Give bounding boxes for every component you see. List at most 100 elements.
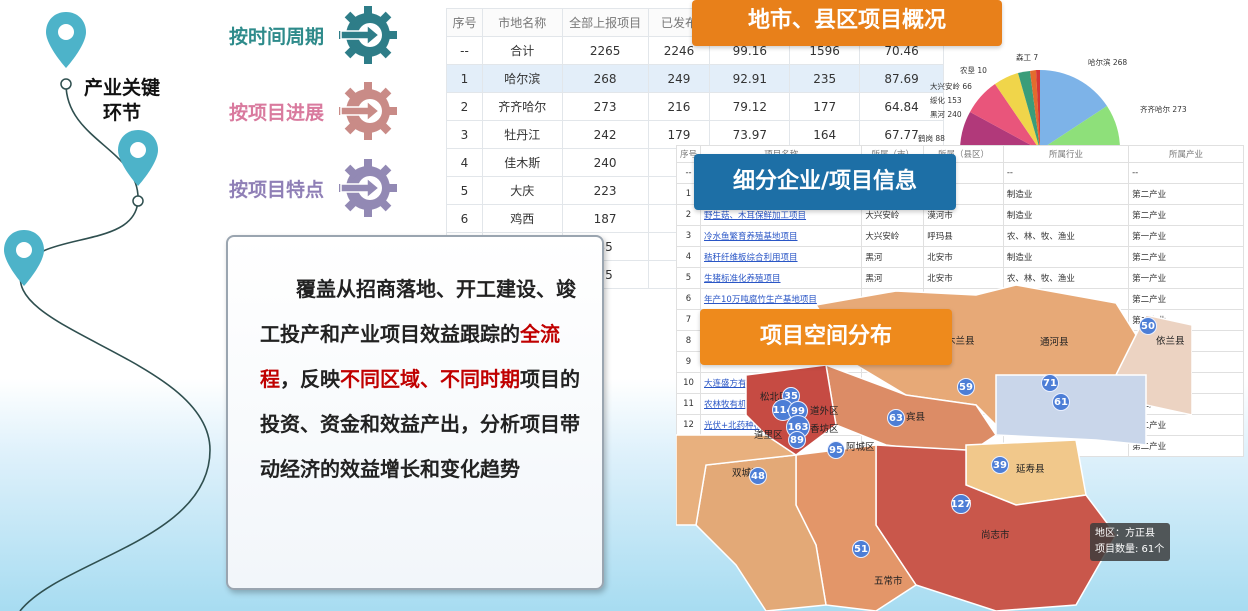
pie-label: 森工 7 — [1016, 53, 1039, 62]
map-bubble[interactable]: 95 — [827, 441, 845, 459]
pie-label: 大兴安岭 66 — [930, 82, 972, 91]
map-tooltip: 地区：方正县 项目数量: 61个 — [1090, 523, 1170, 561]
pie-label: 绥化 153 — [930, 96, 962, 105]
table-cell: 1 — [446, 64, 483, 93]
table-cell: -- — [1002, 162, 1130, 184]
col-header[interactable]: 全部上报项目 — [561, 8, 649, 37]
table-cell: 235 — [789, 64, 861, 93]
description-text: 覆盖从招商落地、开工建设、竣工投产和产业项目效益跟踪的全流程，反映不同区域、不同… — [260, 267, 582, 492]
table-row[interactable]: 4 秸秆纤维板综合利用项目 黑河 北安市 制造业 第二产业 — [675, 246, 1244, 268]
map-bubble[interactable]: 63 — [887, 409, 905, 427]
table-cell: 187 — [561, 204, 649, 233]
table-cell: 2 — [446, 92, 483, 121]
gear-arrow-icon — [339, 6, 397, 64]
table-cell: 北安市 — [923, 246, 1004, 268]
table-cell: 6 — [446, 204, 483, 233]
map-bubble[interactable]: 127 — [951, 494, 971, 514]
pie-label: 齐齐哈尔 273 — [1140, 105, 1187, 114]
overview-banner: 地市、县区项目概况 — [692, 0, 1002, 46]
col-header[interactable]: 序号 — [446, 8, 483, 37]
project-link[interactable]: 冷水鱼繁育养殖基地项目 — [704, 232, 798, 242]
map-bubble[interactable]: 50 — [1139, 317, 1157, 335]
project-link[interactable]: 生猪标准化养殖项目 — [704, 274, 781, 284]
map-bubble[interactable]: 39 — [991, 456, 1009, 474]
table-cell: 249 — [647, 64, 711, 93]
table-cell: 216 — [647, 92, 711, 121]
table-cell: 黑河 — [861, 246, 925, 268]
map-bubble[interactable]: 71 — [1041, 374, 1059, 392]
table-cell: 3 — [675, 225, 702, 247]
table-cell: 合计 — [481, 36, 563, 65]
table-cell: -- — [446, 36, 483, 65]
table-row[interactable]: 3 冷水鱼繁育养殖基地项目 大兴安岭 呼玛县 农、林、牧、渔业 第一产业 — [675, 225, 1244, 247]
step-label: 产业关键 环节 — [83, 77, 160, 124]
table-cell: 哈尔滨 — [481, 64, 563, 93]
category-time-period: 按时间周期 — [229, 26, 325, 48]
table-cell: 大庆 — [481, 176, 563, 205]
desc-part: ，反映 — [280, 367, 340, 391]
table-cell: 2265 — [561, 36, 649, 65]
table-cell: 第一产业 — [1128, 225, 1244, 247]
pie-label: 农垦 10 — [960, 66, 987, 75]
col-header[interactable]: 所属行业 — [1002, 145, 1130, 163]
map-label: 延寿县 — [1016, 464, 1045, 475]
table-cell: 第二产业 — [1128, 246, 1244, 268]
enterprise-banner: 细分企业/项目信息 — [694, 154, 956, 210]
project-link[interactable]: 野生菇、木耳保鲜加工项目 — [704, 211, 806, 221]
col-header[interactable]: 市地名称 — [481, 8, 563, 37]
map-bubble[interactable]: 61 — [1052, 393, 1070, 411]
map-label: 尚志市 — [981, 530, 1010, 541]
table-cell: 4 — [675, 246, 702, 268]
table-cell: 冷水鱼繁育养殖基地项目 — [700, 225, 863, 247]
spatial-banner: 项目空间分布 — [700, 309, 952, 365]
table-cell: 273 — [561, 92, 649, 121]
table-cell: 79.12 — [709, 92, 791, 121]
table-cell: 242 — [561, 120, 649, 149]
map-label: 五常市 — [874, 576, 903, 587]
table-cell: 240 — [561, 148, 649, 177]
table-cell: 秸秆纤维板综合利用项目 — [700, 246, 863, 268]
map-label: 依兰县 — [1156, 336, 1185, 347]
pie-label: 黑河 240 — [930, 110, 962, 119]
table-row[interactable]: 1 哈尔滨 268 249 92.91 235 87.69 — [446, 64, 944, 93]
pie-label: 哈尔滨 268 — [1088, 58, 1128, 67]
table-cell: 268 — [561, 64, 649, 93]
table-cell: 3 — [446, 120, 483, 149]
category-project-feature: 按项目特点 — [229, 179, 325, 201]
table-cell: 大兴安岭 — [861, 225, 925, 247]
map-pin-icon — [4, 230, 44, 286]
table-cell: 制造业 — [1002, 183, 1130, 205]
pie-label: 鹤岗 88 — [918, 134, 945, 143]
table-cell: 齐齐哈尔 — [481, 92, 563, 121]
table-cell: 制造业 — [1002, 204, 1130, 226]
table-cell: 5 — [446, 176, 483, 205]
table-cell: 92.91 — [709, 64, 791, 93]
map-label: 香坊区 — [810, 424, 839, 435]
table-cell: 177 — [789, 92, 861, 121]
map-label: 宾县 — [906, 412, 926, 423]
gear-arrow-icon — [339, 159, 397, 217]
map-label: 阿城区 — [846, 442, 875, 453]
map-region-fangzheng[interactable] — [995, 374, 1147, 446]
map-label: 通河县 — [1040, 337, 1069, 348]
table-cell: -- — [1128, 162, 1244, 184]
table-cell: 农、林、牧、渔业 — [1002, 225, 1130, 247]
map-pin-icon — [46, 12, 86, 68]
col-header[interactable]: 所属产业 — [1128, 145, 1244, 163]
project-link[interactable]: 秸秆纤维板综合利用项目 — [704, 253, 798, 263]
desc-highlight: 不同区域、不同时期 — [340, 367, 520, 391]
description-box: 覆盖从招商落地、开工建设、竣工投产和产业项目效益跟踪的全流程，反映不同区域、不同… — [226, 235, 604, 590]
map-bubble[interactable]: 51 — [852, 540, 870, 558]
table-cell: 4 — [446, 148, 483, 177]
table-cell: 223 — [561, 176, 649, 205]
map-bubble[interactable]: 89 — [788, 431, 806, 449]
map-bubble[interactable]: 48 — [749, 467, 767, 485]
table-cell: 第二产业 — [1128, 204, 1244, 226]
table-cell: 第二产业 — [1128, 183, 1244, 205]
table-cell: 佳木斯 — [481, 148, 563, 177]
table-cell: 牡丹江 — [481, 120, 563, 149]
table-row[interactable]: 2 齐齐哈尔 273 216 79.12 177 64.84 — [446, 92, 944, 121]
map-bubble[interactable]: 59 — [957, 378, 975, 396]
gear-arrow-icon — [339, 82, 397, 140]
map-pin-icon — [118, 130, 158, 186]
